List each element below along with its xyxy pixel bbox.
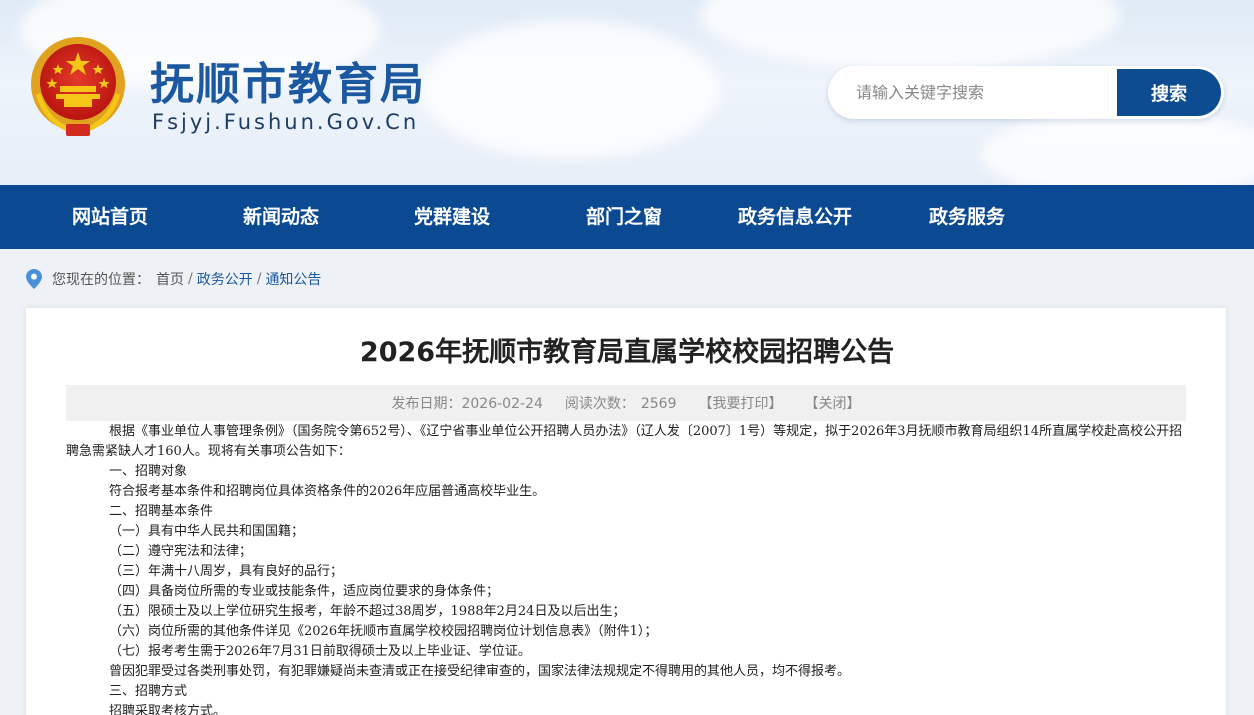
paragraph: 招聘采取考核方式。 (109, 704, 227, 715)
list-item: （七）报考考生需于2026年7月31日前取得硕士及以上毕业证、学位证。 (109, 644, 531, 659)
breadcrumb-gov-open[interactable]: 政务公开 (197, 269, 253, 289)
paragraph: 曾因犯罪受过各类刑事处罚，有犯罪嫌疑尚未查清或正在接受纪律审查的，国家法律法规规… (109, 664, 851, 679)
breadcrumb-separator: / (256, 271, 262, 287)
search-box: 搜索 (828, 66, 1224, 119)
search-input[interactable] (828, 66, 1118, 119)
article-body: 根据《事业单位人事管理条例》（国务院令第652号）、《辽宁省事业单位公开招聘人员… (66, 422, 1186, 715)
article-meta-bar: 发布日期：2026-02-24 阅读次数： 2569 【我要打印】 【关闭】 (66, 385, 1186, 421)
section-heading: 二、招聘基本条件 (109, 504, 214, 519)
breadcrumb: 您现在的位置： 首页 / 政务公开 / 通知公告 (26, 268, 321, 290)
view-count-value: 2569 (640, 396, 677, 412)
view-count-label: 阅读次数： (564, 396, 635, 412)
location-pin-icon (26, 269, 42, 289)
paragraph: 根据《事业单位人事管理条例》（国务院令第652号）、《辽宁省事业单位公开招聘人员… (66, 424, 1183, 459)
section-heading: 三、招聘方式 (109, 684, 188, 699)
list-item: （三）年满十八周岁，具有良好的品行； (109, 564, 344, 579)
print-link[interactable]: 【我要打印】 (699, 393, 783, 413)
nav-item-departments[interactable]: 部门之窗 (586, 185, 662, 249)
list-item: （四）具备岗位所需的专业或技能条件，适应岗位要求的身体条件； (109, 584, 500, 599)
nav-item-gov-service[interactable]: 政务服务 (929, 185, 1005, 249)
breadcrumb-home[interactable]: 首页 (156, 269, 184, 289)
nav-item-home[interactable]: 网站首页 (72, 185, 148, 249)
nav-item-news[interactable]: 新闻动态 (243, 185, 319, 249)
publish-date-label: 发布日期： (391, 396, 462, 412)
list-item: （二）遵守宪法和法律； (109, 544, 253, 559)
site-title: 抚顺市教育局 (150, 59, 426, 110)
main-nav: 网站首页 新闻动态 党群建设 部门之窗 政务信息公开 政务服务 (0, 185, 1254, 249)
site-header: 抚顺市教育局 Fsjyj.Fushun.Gov.Cn 搜索 (0, 0, 1254, 185)
cloud-decoration (420, 20, 720, 160)
cloud-decoration (980, 110, 1254, 185)
publish-date-value: 2026-02-24 (461, 396, 543, 412)
list-item: （六）岗位所需的其他条件详见《2026年抚顺市直属学校校园招聘岗位计划信息表》（… (109, 624, 658, 639)
breadcrumb-prefix: 您现在的位置： (52, 272, 150, 288)
list-item: （一）具有中华人民共和国国籍； (109, 524, 305, 539)
breadcrumb-notices[interactable]: 通知公告 (265, 269, 321, 289)
section-heading: 一、招聘对象 (109, 464, 188, 479)
publish-date: 发布日期：2026-02-24 (391, 393, 542, 413)
list-item: （五）限硕士及以上学位研究生报考，年龄不超过38周岁，1988年2月24日及以后… (109, 604, 626, 619)
cloud-decoration (700, 0, 1120, 70)
search-button[interactable]: 搜索 (1117, 69, 1221, 116)
close-link[interactable]: 【关闭】 (805, 393, 861, 413)
site-url: Fsjyj.Fushun.Gov.Cn (152, 110, 420, 134)
nav-item-gov-info[interactable]: 政务信息公开 (738, 185, 852, 249)
national-emblem-icon (31, 37, 125, 136)
paragraph: 符合报考基本条件和招聘岗位具体资格条件的2026年应届普通高校毕业生。 (109, 484, 546, 499)
view-count: 阅读次数： 2569 (565, 393, 677, 413)
article-title: 2026年抚顺市教育局直属学校校园招聘公告 (359, 337, 895, 368)
nav-item-party[interactable]: 党群建设 (414, 185, 490, 249)
breadcrumb-separator: / (188, 271, 193, 287)
